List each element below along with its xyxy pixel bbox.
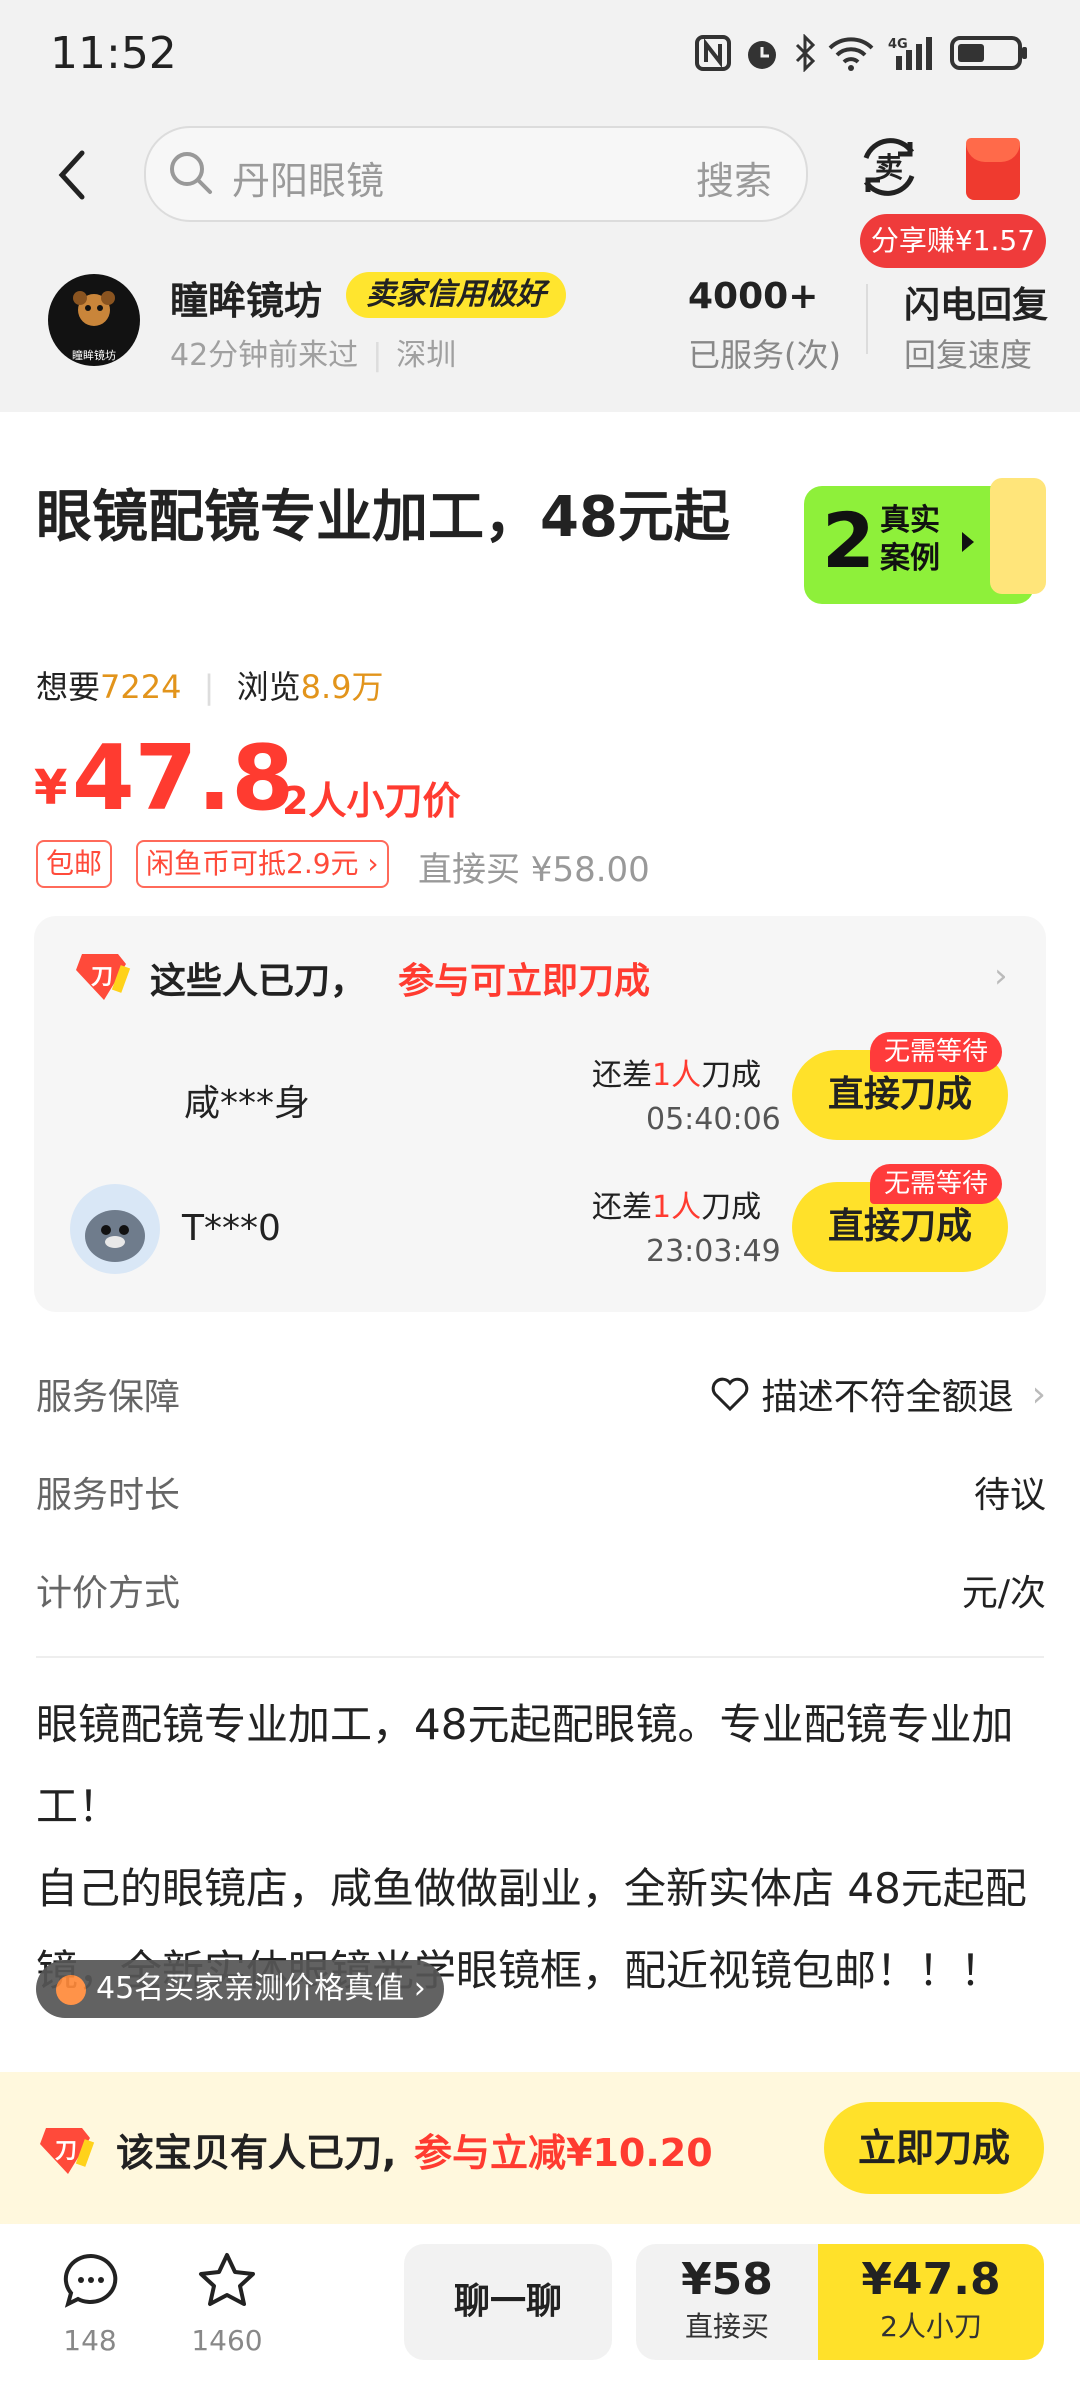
divider [866,284,868,354]
pricing-method-value: 元/次 [961,1573,1046,1614]
seal-avatar-icon [85,1210,145,1262]
sell-icon[interactable]: 卖 [854,132,924,202]
bargain-bar-highlight: 参与立减¥10.20 [414,2131,713,2175]
views-count: 8.9万 [300,668,384,706]
battery-icon [950,36,1027,70]
svg-text:刀: 刀 [55,2139,77,2164]
service-duration-label: 服务时长 [36,1475,181,1516]
service-guarantee-value[interactable]: 描述不符全额退 › [710,1368,1046,1420]
reply-speed: 闪电回复 [904,285,1049,326]
divider [36,1656,1044,1658]
no-wait-badge: 无需等待 [870,1032,1003,1072]
bargain-timer: 23:03:49 [646,1234,781,1269]
status-time: 11:52 [50,28,177,79]
served-label: 已服务(次) [688,336,841,374]
svg-text:刀: 刀 [91,965,113,990]
reply-speed-label: 回复速度 [904,336,1033,374]
chat-button[interactable]: 聊一聊 [404,2244,612,2360]
buyer-review-badge[interactable]: 45名买家亲测价格真值 › [36,1960,444,2018]
service-duration-value: 待议 [973,1475,1046,1516]
favorite-count: 1460 [191,2324,263,2357]
star-icon[interactable] [196,2250,258,2312]
bargain-bar-text: 该宝贝有人已刀, [116,2131,397,2175]
bargain-person-name: 咸***身 [184,1083,311,1124]
bargain-title: 这些人已刀， [150,961,367,1002]
search-icon [170,152,212,194]
money-bag-icon [56,1974,86,2005]
pricing-method-label: 计价方式 [36,1573,181,1614]
cup-illustration-icon [990,478,1046,594]
search-input[interactable]: 丹阳眼镜 搜索 [144,126,808,222]
coin-discount-tag[interactable]: 闲鱼币可抵2.9元 › [136,840,389,888]
avatar-text: 瞳眸镜坊 [72,349,116,362]
real-cases-label: 真实 案例 [880,503,940,576]
currency-symbol: ¥ [34,760,68,816]
wifi-icon [828,37,874,71]
service-guarantee-label: 服务保障 [36,1377,181,1418]
back-icon[interactable] [52,145,92,205]
comment-icon[interactable] [60,2250,122,2312]
no-wait-badge: 无需等待 [870,1164,1003,1204]
signal-icon: 4G [888,37,932,70]
price-note: 2人小刀价 [282,779,461,823]
bargain-need: 还差1人刀成 [592,1058,762,1093]
price: 47.8 [72,726,295,831]
search-placeholder: 丹阳眼镜 [232,159,385,203]
direct-buy-price: 直接买 ¥58.00 [418,850,650,890]
share-earn-badge[interactable]: 分享赚¥1.57 [860,214,1046,268]
top-nav: 丹阳眼镜 搜索 卖 分享赚¥1.57 [0,110,1080,270]
stats-line: 想要7224 | 浏览8.9万 [36,668,384,706]
seller-avatar[interactable]: 瞳眸镜坊 [48,274,140,366]
group-buy-button[interactable]: ¥47.8 2人小刀 [818,2244,1044,2360]
user-avatar [70,1184,160,1274]
bluetooth-icon [795,34,816,72]
status-bar: 11:52 4G [0,0,1080,110]
play-arrow-icon [962,532,974,552]
knife-badge-icon: 刀 [40,2128,95,2174]
served-count: 4000+ [688,276,819,317]
direct-buy-button[interactable]: ¥58 直接买 [636,2244,818,2360]
search-button[interactable]: 搜索 [696,150,772,205]
dog-logo-icon [73,291,115,326]
bottom-action-bar: 148 1460 聊一聊 ¥58 直接买 ¥47.8 2人小刀 [0,2224,1080,2382]
nfc-icon [695,35,731,71]
knife-badge-icon: 刀 [76,954,131,1000]
svg-text:4G: 4G [888,37,908,52]
product-title: 眼镜配镜专业加工，48元起 [36,485,730,550]
shop-name[interactable]: 瞳眸镜坊 [170,270,322,325]
free-shipping-tag: 包邮 [36,840,113,888]
svg-text:卖: 卖 [875,151,903,184]
real-cases-count: 2 [822,496,875,585]
bargain-panel[interactable]: 刀 这些人已刀， 参与可立即刀成 › 咸***身 还差1人刀成 05:40:06… [34,916,1046,1312]
bargain-person-name: T***0 [182,1208,281,1249]
bargain-timer: 05:40:06 [646,1102,781,1137]
bargain-need: 还差1人刀成 [592,1190,762,1225]
comment-count: 148 [63,2324,117,2357]
last-visit: 42分钟前来过 | 深圳 [170,338,457,373]
seller-info[interactable]: 瞳眸镜坊 瞳眸镜坊 卖家信用极好 42分钟前来过 | 深圳 4000+ 已服务(次)… [0,270,1080,412]
chevron-right-icon[interactable]: › [994,956,1008,996]
red-packet-icon[interactable] [966,138,1020,200]
bargain-bar: 刀 该宝贝有人已刀, 参与立减¥10.20 立即刀成 [0,2072,1080,2224]
cut-now-button[interactable]: 立即刀成 [824,2102,1044,2194]
heart-icon [711,1377,748,1412]
real-cases-badge[interactable]: 2 真实 案例 [804,478,1046,604]
credit-badge: 卖家信用极好 [346,272,566,318]
alarm-icon [748,41,776,69]
bargain-title-highlight: 参与可立即刀成 [398,961,651,1002]
want-count: 7224 [100,668,182,706]
